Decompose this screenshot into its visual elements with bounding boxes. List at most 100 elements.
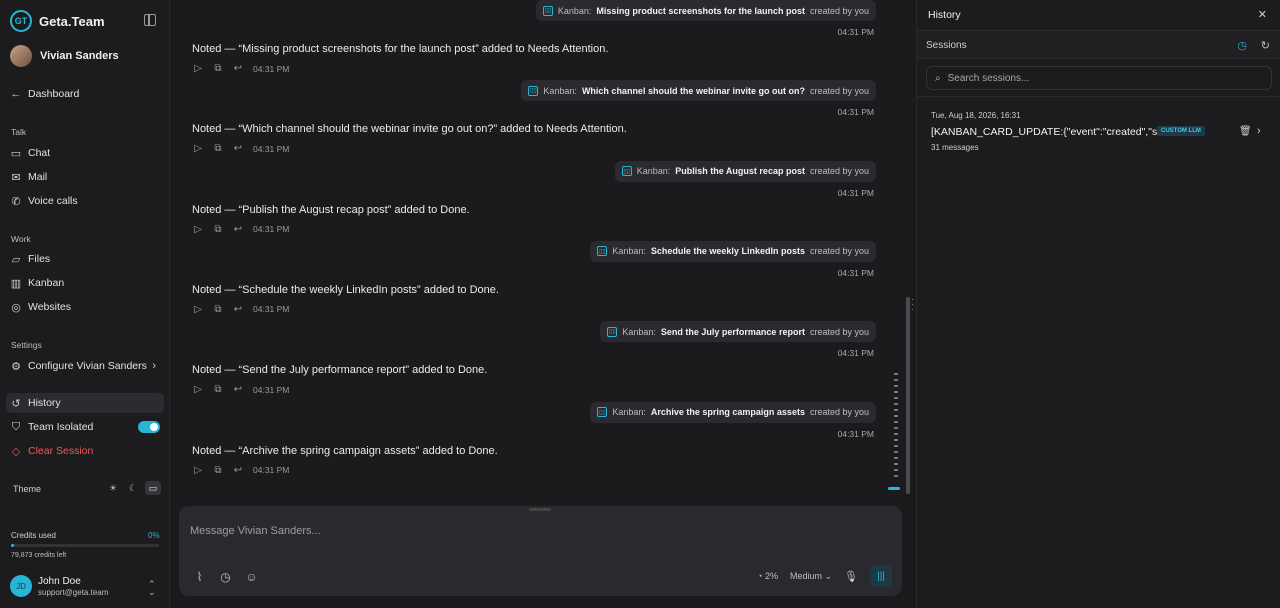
bubble-created-by: created by you (809, 326, 869, 337)
reply-actions: ▷ ⧉ ↩ 04:31 PM (193, 304, 289, 315)
resize-handle-icon[interactable]: · · · (911, 295, 914, 314)
play-icon[interactable]: ▷ (193, 143, 203, 154)
reply-icon[interactable]: ↩ (233, 63, 243, 74)
chevron-right-icon[interactable]: › (1257, 125, 1261, 137)
play-icon[interactable]: ▷ (193, 63, 203, 74)
bubble-created-by: created by you (809, 85, 869, 96)
microphone-icon[interactable]: 🎙 (844, 570, 858, 583)
section-work: Work (11, 234, 31, 244)
model-mode-select[interactable]: Medium ⌄ (790, 571, 832, 582)
clock-icon[interactable]: ◷ (219, 570, 232, 584)
copy-icon[interactable]: ⧉ (213, 304, 223, 315)
assistant-reply: Noted — “Missing product screenshots for… (192, 43, 609, 55)
nav-voice-calls[interactable]: ✆ Voice calls (6, 191, 164, 211)
copy-icon[interactable]: ⧉ (213, 384, 223, 395)
chat-icon: ▭ (10, 147, 22, 160)
clock-icon[interactable]: ◷ (1237, 39, 1247, 52)
agent-profile[interactable]: Vivian Sanders (10, 45, 119, 67)
kanban-card-bubble[interactable]: ▯▯ Kanban: Which channel should the webina… (521, 80, 876, 102)
kanban-card-bubble[interactable]: ▯▯ Kanban: Archive the spring campaign ass… (590, 401, 876, 423)
kanban-card-bubble[interactable]: ▯▯ Kanban: Schedule the weekly LinkedIn po… (590, 240, 876, 262)
nav-configure[interactable]: ⚙ Configure Vivian Sanders › (6, 356, 164, 376)
nav-mail[interactable]: ✉ Mail (6, 167, 164, 187)
reply-time: 04:31 PM (253, 63, 290, 74)
nav-chat[interactable]: ▭ Chat (6, 143, 164, 163)
context-usage-value: 2% (764, 571, 778, 581)
credits-progress (11, 544, 159, 547)
copy-icon[interactable]: ⧉ (213, 143, 223, 154)
chat-scrollbar[interactable] (906, 297, 910, 494)
nav-files-label: Files (28, 253, 51, 265)
kanban-card-bubble[interactable]: ▯▯ Kanban: Publish the August recap post cr… (614, 160, 876, 182)
reply-icon[interactable]: ↩ (233, 224, 243, 235)
kanban-card-bubble[interactable]: ▯▯ Kanban: Send the July performance repor… (600, 321, 876, 343)
play-icon[interactable]: ▷ (193, 224, 203, 235)
voice-wave-icon[interactable]: ||| (870, 565, 892, 587)
play-icon[interactable]: ▷ (193, 304, 203, 315)
session-badge: CUSTOM LLM (1157, 126, 1205, 136)
nav-history[interactable]: ↺ History (6, 393, 164, 413)
reply-time: 04:31 PM (253, 304, 290, 315)
context-usage[interactable]: ◔ 2% (757, 571, 778, 581)
reply-icon[interactable]: ↩ (233, 384, 243, 395)
bubble-created-by: created by you (809, 407, 869, 417)
composer-resize-grip[interactable] (529, 508, 551, 511)
agent-name: Vivian Sanders (40, 50, 119, 62)
message-time: 04:31 PM (837, 187, 874, 198)
collapse-sidebar-icon[interactable] (144, 14, 156, 26)
nav-websites[interactable]: ◎ Websites (6, 297, 164, 317)
bubble-created-by: created by you (809, 246, 869, 257)
composer: Message Vivian Sanders... ⌇ ◷ ☺ ◔ 2% Med… (179, 506, 902, 596)
search-sessions-input[interactable]: Search sessions... (948, 73, 1030, 84)
close-icon[interactable]: ✕ (1258, 8, 1267, 21)
copy-icon[interactable]: ⧉ (213, 63, 223, 74)
copy-icon[interactable]: ⧉ (213, 465, 223, 476)
nav-clear-session[interactable]: ◇ Clear Session (6, 441, 164, 461)
nav-configure-label: Configure Vivian Sanders (28, 360, 147, 372)
nav-team-isolated: ⛉ Team Isolated (6, 417, 164, 437)
kanban-icon: ▯▯ (597, 246, 608, 257)
composer-controls: ◔ 2% Medium ⌄ 🎙 ||| (757, 565, 892, 587)
history-panel: History ✕ Sessions ◷ ↻ ⌕ Search sessions… (916, 0, 1280, 608)
brand[interactable]: GT Geta.Team (10, 10, 105, 32)
bubble-card-title: Archive the spring campaign assets (650, 407, 805, 417)
nav-kanban[interactable]: ▥ Kanban (6, 273, 164, 293)
divider (917, 96, 1280, 97)
play-icon[interactable]: ▷ (193, 384, 203, 395)
nav-files[interactable]: ▱ Files (6, 249, 164, 269)
reply-icon[interactable]: ↩ (233, 304, 243, 315)
message-input[interactable]: Message Vivian Sanders... (190, 525, 321, 537)
message-scroll-marker-active[interactable] (888, 487, 900, 490)
sun-icon[interactable]: ☀ (105, 481, 121, 495)
play-icon[interactable]: ▷ (193, 465, 203, 476)
message-scroll-markers[interactable] (894, 373, 898, 481)
copy-icon[interactable]: ⧉ (213, 224, 223, 235)
bubble-prefix: Kanban: (622, 326, 656, 337)
nav-chat-label: Chat (28, 147, 51, 159)
message-time: 04:31 PM (837, 107, 874, 118)
monitor-icon[interactable]: ▭ (145, 481, 161, 495)
nav-dashboard[interactable]: ← Dashboard (6, 84, 164, 104)
reply-icon[interactable]: ↩ (233, 465, 243, 476)
kanban-icon: ▯▯ (621, 166, 632, 177)
reply-icon[interactable]: ↩ (233, 143, 243, 154)
bubble-prefix: Kanban: (543, 85, 577, 96)
theme-label: Theme (13, 484, 42, 494)
search-sessions[interactable]: ⌕ Search sessions... (926, 66, 1272, 90)
reply-actions: ▷ ⧉ ↩ 04:31 PM (193, 224, 289, 235)
user-profile[interactable]: JD John Doe support@geta.team (10, 575, 108, 597)
refresh-icon[interactable]: ↻ (1261, 39, 1270, 52)
sessions-bar: Sessions ◷ ↻ (917, 30, 1280, 59)
paperclip-icon[interactable]: ⌇ (193, 570, 206, 584)
bubble-created-by: created by you (809, 5, 869, 16)
kanban-card-bubble[interactable]: ▯▯ Kanban: Missing product screenshots for… (535, 0, 876, 21)
credits-progress-fill (11, 544, 14, 547)
moon-icon[interactable]: ☾ (125, 481, 141, 495)
team-isolated-toggle[interactable] (138, 421, 160, 433)
nav-team-isolated-label: Team Isolated (28, 421, 94, 433)
kanban-icon: ▯▯ (542, 5, 553, 16)
trash-icon[interactable]: 🗑 (1239, 126, 1252, 137)
chevron-updown-icon[interactable]: ⌃ ⌄ (148, 580, 156, 597)
theme-row: Theme ☀ ☾ ▭ (13, 481, 161, 495)
emoji-icon[interactable]: ☺ (245, 570, 258, 584)
